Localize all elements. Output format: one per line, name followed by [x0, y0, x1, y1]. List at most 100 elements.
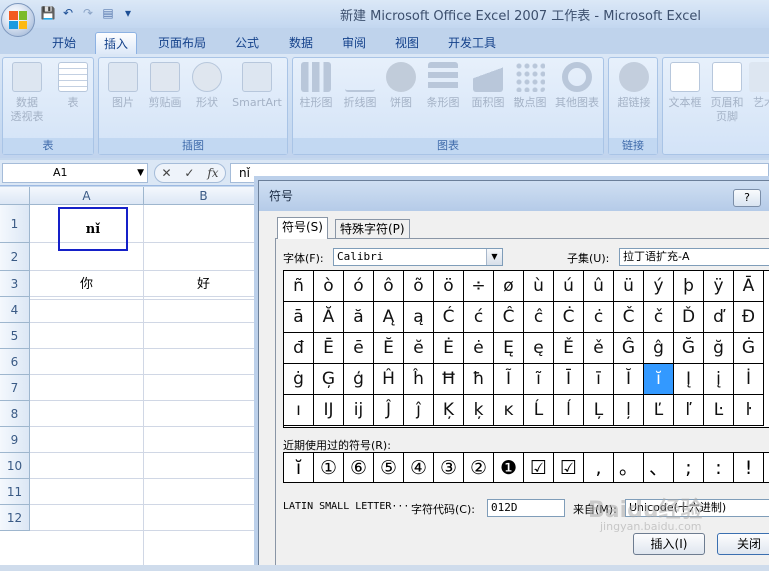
row-header-9[interactable]: 9 [0, 427, 30, 453]
symbol-cell[interactable]: ī [584, 364, 614, 395]
hyperlink-button[interactable]: 超链接 [611, 62, 657, 110]
recent-symbol-cell[interactable]: ☑ [524, 453, 554, 483]
recent-symbol-cell[interactable]: ⑤ [374, 453, 404, 483]
symbol-cell[interactable]: ķ [464, 395, 494, 426]
symbol-cell[interactable]: ă [344, 302, 374, 333]
symbol-cell[interactable]: Ī [554, 364, 584, 395]
symbol-cell[interactable]: Ģ [314, 364, 344, 395]
symbol-cell[interactable]: Ġ [734, 333, 764, 364]
shapes-button[interactable]: 形状 [189, 62, 225, 110]
tab-home[interactable]: 开始 [44, 32, 84, 54]
tab-insert[interactable]: 插入 [95, 32, 137, 54]
name-box[interactable]: A1 ▼ [2, 163, 148, 183]
symbol-cell[interactable]: Ĳ [314, 395, 344, 426]
enter-icon[interactable]: ✓ [184, 164, 194, 182]
symbol-cell[interactable]: ÿ [704, 271, 734, 302]
cell-a2[interactable]: 你 [30, 270, 144, 300]
tab-view[interactable]: 视图 [386, 32, 428, 54]
symbol-cell[interactable]: ļ [614, 395, 644, 426]
symbol-cell[interactable]: ė [464, 333, 494, 364]
symbol-cell[interactable]: ÷ [464, 271, 494, 302]
symbol-cell[interactable]: İ [734, 364, 764, 395]
symbol-cell[interactable]: ĺ [554, 395, 584, 426]
cell-b2[interactable]: 好 [144, 270, 264, 300]
row-header-8[interactable]: 8 [0, 401, 30, 427]
column-chart-button[interactable]: 柱形图 [295, 62, 337, 110]
symbol-cell[interactable]: Ė [434, 333, 464, 364]
scatter-chart-button[interactable]: 散点图 [509, 62, 551, 110]
symbol-cell[interactable]: č [644, 302, 674, 333]
font-select[interactable]: Calibri ▼ [333, 248, 503, 266]
recent-symbol-cell[interactable]: 。 [614, 453, 644, 483]
symbol-cell[interactable]: ö [434, 271, 464, 302]
symbol-cell[interactable]: Ĵ [374, 395, 404, 426]
recent-symbol-cell[interactable]: ; [674, 453, 704, 483]
recent-symbol-cell[interactable]: ☑ [554, 453, 584, 483]
table-button[interactable]: 表 [53, 62, 93, 110]
symbol-cell[interactable]: ľ [674, 395, 704, 426]
symbol-cell[interactable]: ā [284, 302, 314, 333]
symbol-cell[interactable]: ħ [464, 364, 494, 395]
symbol-cell[interactable]: đ [284, 333, 314, 364]
select-all-corner[interactable] [0, 187, 30, 205]
symbol-cell[interactable]: ĳ [344, 395, 374, 426]
tab-formulas[interactable]: 公式 [226, 32, 268, 54]
area-chart-button[interactable]: 面积图 [467, 62, 509, 110]
tab-developer[interactable]: 开发工具 [440, 32, 504, 54]
row-header-12[interactable]: 12 [0, 505, 30, 531]
symbol-cell[interactable]: ĉ [524, 302, 554, 333]
help-button[interactable]: ? [733, 189, 761, 207]
recent-symbol-cell[interactable]: ① [314, 453, 344, 483]
tab-page-layout[interactable]: 页面布局 [150, 32, 214, 54]
row-header-6[interactable]: 6 [0, 349, 30, 375]
row-header-11[interactable]: 11 [0, 479, 30, 505]
symbol-cell[interactable]: Ĕ [374, 333, 404, 364]
symbol-cell[interactable]: Ď [674, 302, 704, 333]
from-select[interactable]: Unicode(十六进制) [625, 499, 769, 517]
symbol-cell[interactable]: Ć [434, 302, 464, 333]
symbol-cell[interactable]: Ę [494, 333, 524, 364]
recent-symbol-cell[interactable]: ② [464, 453, 494, 483]
symbol-cell[interactable]: ĸ [494, 395, 524, 426]
symbol-cell[interactable]: Ĥ [374, 364, 404, 395]
recent-symbol-cell[interactable]: ❶ [494, 453, 524, 483]
row-header-4[interactable]: 4 [0, 297, 30, 323]
undo-icon[interactable]: ↶ [60, 5, 76, 21]
symbol-cell[interactable]: ù [524, 271, 554, 302]
header-footer-button[interactable]: 页眉和 页脚 [707, 62, 747, 124]
symbol-cell[interactable]: ď [704, 302, 734, 333]
symbol-cell[interactable]: Ĝ [614, 333, 644, 364]
symbol-cell[interactable]: Ē [314, 333, 344, 364]
symbol-cell[interactable]: ģ [344, 364, 374, 395]
symbol-cell[interactable]: ĥ [404, 364, 434, 395]
customize-qat-icon[interactable]: ▾ [120, 5, 136, 21]
symbol-cell[interactable]: ĝ [644, 333, 674, 364]
column-header-a[interactable]: A [30, 187, 144, 205]
recent-symbol-cell[interactable]: , [584, 453, 614, 483]
clipart-button[interactable]: 剪贴画 [145, 62, 185, 110]
line-chart-button[interactable]: 折线图 [339, 62, 381, 110]
tab-special-characters[interactable]: 特殊字符(P) [335, 219, 410, 239]
symbol-cell[interactable]: ı [284, 395, 314, 426]
save-icon[interactable]: 💾 [40, 5, 56, 21]
other-charts-button[interactable]: 其他图表 [551, 62, 603, 110]
symbol-cell[interactable]: Č [614, 302, 644, 333]
column-header-b[interactable]: B [144, 187, 264, 205]
symbol-cell[interactable]: ŀ [734, 395, 764, 426]
insert-button[interactable]: 插入(I) [633, 533, 705, 555]
symbol-cell[interactable]: ĭ [644, 364, 674, 395]
symbol-cell[interactable]: Ľ [644, 395, 674, 426]
symbol-cell[interactable]: ò [314, 271, 344, 302]
row-header-1[interactable]: 1 [0, 205, 30, 243]
symbol-cell[interactable]: õ [404, 271, 434, 302]
symbol-cell[interactable]: į [704, 364, 734, 395]
picture-button[interactable]: 图片 [103, 62, 143, 110]
row-header-2[interactable]: 2 [0, 243, 30, 271]
bar-chart-button[interactable]: 条形图 [421, 62, 465, 110]
symbol-cell[interactable]: ô [374, 271, 404, 302]
symbol-cell[interactable]: ĕ [404, 333, 434, 364]
recent-symbol-cell[interactable]: ③ [434, 453, 464, 483]
recent-symbol-cell[interactable]: 、 [644, 453, 674, 483]
symbol-cell[interactable]: ą [404, 302, 434, 333]
symbol-cell[interactable]: Ħ [434, 364, 464, 395]
